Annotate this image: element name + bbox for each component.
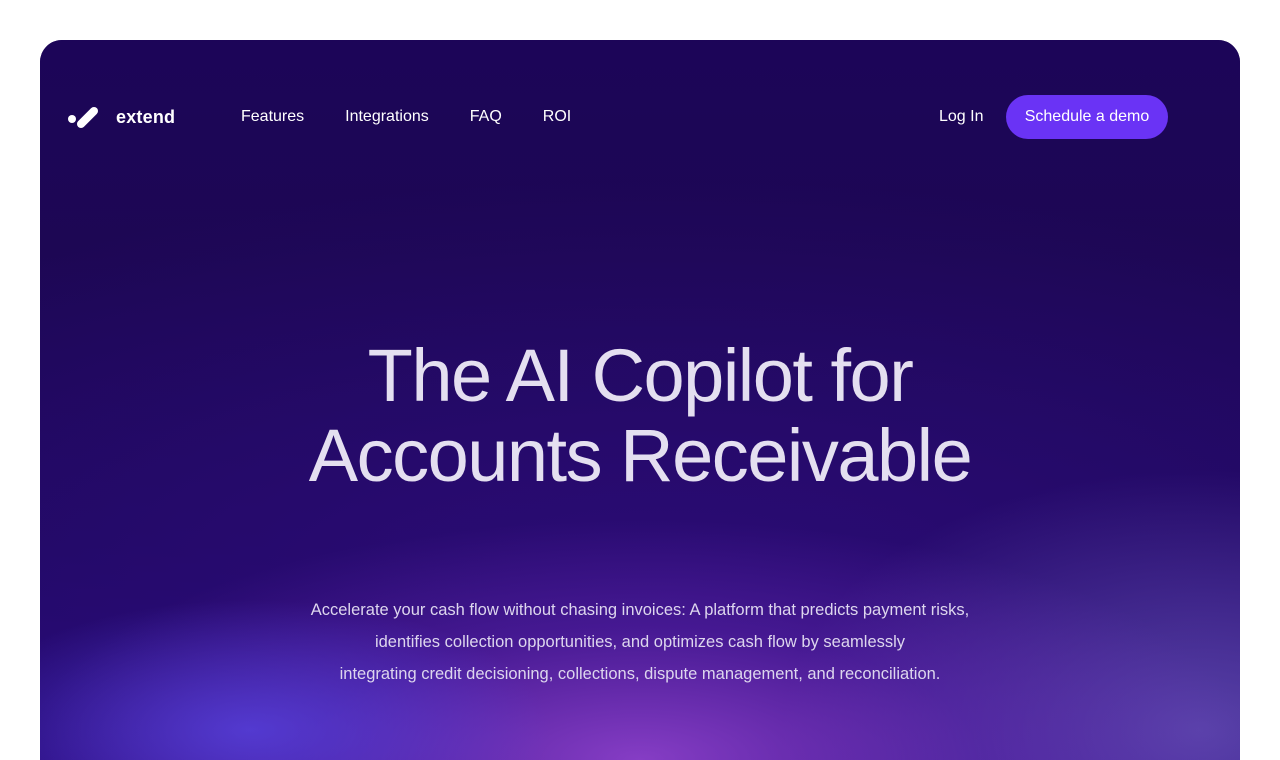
hero-title-line-1: The AI Copilot for xyxy=(367,334,914,417)
hero-subtitle: Accelerate your cash flow without chasin… xyxy=(40,594,1240,690)
login-link[interactable]: Log In xyxy=(939,95,983,139)
nav-links: Features Integrations FAQ ROI xyxy=(241,95,612,139)
brand-logo[interactable]: extend xyxy=(68,106,175,128)
extend-logo-icon xyxy=(68,107,98,128)
hero-title-line-2: Accounts Receivable xyxy=(308,414,973,497)
hero-section: extend Features Integrations FAQ ROI Log… xyxy=(40,40,1240,760)
nav-link-features[interactable]: Features xyxy=(241,108,304,126)
schedule-demo-button[interactable]: Schedule a demo xyxy=(1006,95,1168,139)
nav-link-faq[interactable]: FAQ xyxy=(470,108,502,126)
hero-subtitle-line-3: integrating credit decisioning, collecti… xyxy=(339,665,941,683)
hero-title: The AI Copilot for Accounts Receivable xyxy=(40,336,1240,496)
top-navigation: extend Features Integrations FAQ ROI Log… xyxy=(40,95,1240,139)
hero-subtitle-line-2: identifies collection opportunities, and… xyxy=(374,633,906,651)
hero-subtitle-line-1: Accelerate your cash flow without chasin… xyxy=(310,601,970,619)
nav-link-roi[interactable]: ROI xyxy=(543,108,571,126)
brand-name: extend xyxy=(116,106,176,127)
nav-link-integrations[interactable]: Integrations xyxy=(345,108,429,126)
